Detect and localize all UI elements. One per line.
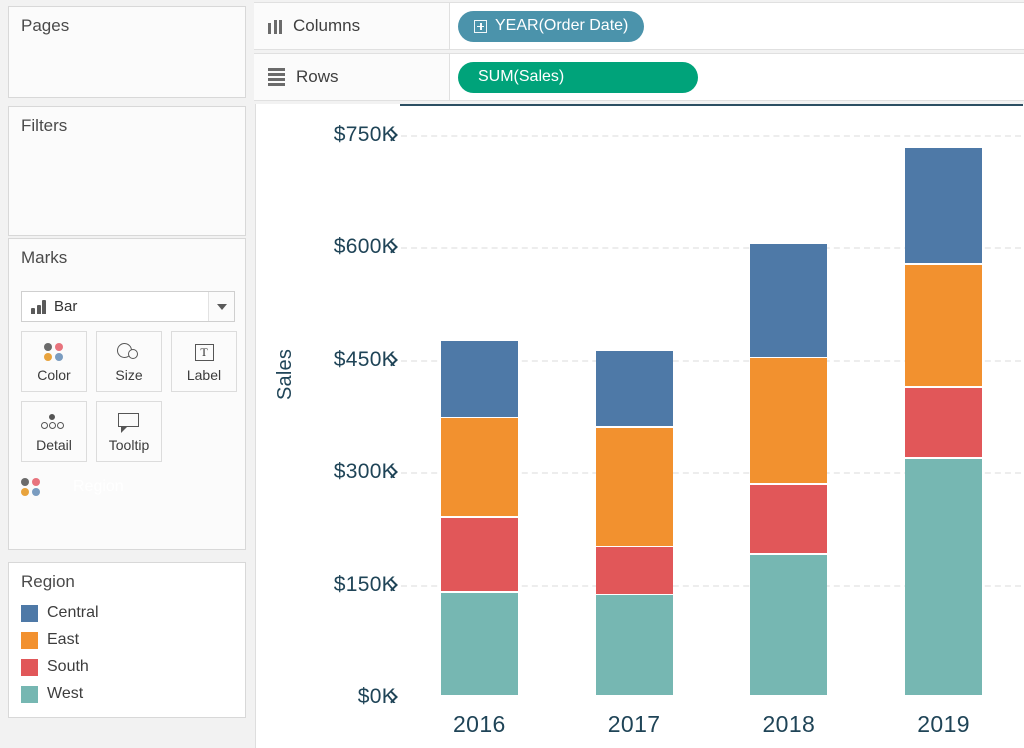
bar-segment-west[interactable] <box>905 458 982 696</box>
y-axis-tick-label: $450K <box>333 347 396 371</box>
bar-segment-south[interactable] <box>441 517 518 592</box>
bar-segment-east[interactable] <box>596 427 673 546</box>
color-dots-icon <box>21 476 41 498</box>
legend-label-west: West <box>47 685 84 703</box>
sum-sales-pill[interactable]: SUM(Sales) <box>458 61 698 93</box>
marks-encoding-buttons: Color Size T Label Detail Tooltip <box>21 331 237 462</box>
left-sidebar: Pages Filters Marks Bar Color Size T Lab… <box>0 0 254 748</box>
legend-label-central: Central <box>47 604 99 622</box>
legend-swatch-west <box>21 685 38 703</box>
rows-shelf-label-wrap: Rows <box>254 54 450 100</box>
bar-segment-east[interactable] <box>750 358 827 484</box>
label-button-label: Label <box>186 367 222 383</box>
detail-button-label: Detail <box>36 437 72 453</box>
marks-color-encoding-row: Region <box>21 471 229 502</box>
columns-shelf-dropzone[interactable]: YEAR(Order Date) <box>450 3 1024 49</box>
color-button[interactable]: Color <box>21 331 87 392</box>
chevron-down-icon <box>216 303 227 310</box>
bar-segment-south[interactable] <box>750 484 827 554</box>
y-axis-tick-label: $150K <box>333 572 396 596</box>
legend-label-east: East <box>47 631 80 649</box>
y-axis-tick-label: $750K <box>333 123 396 146</box>
text-label-icon: T <box>194 341 214 363</box>
year-order-date-pill-label: YEAR(Order Date) <box>495 17 629 34</box>
bar-segment-west[interactable] <box>750 554 827 696</box>
stacked-bar[interactable] <box>596 104 673 697</box>
rows-shelf-dropzone[interactable]: SUM(Sales) <box>450 54 1024 100</box>
legend-item-west[interactable]: West <box>21 681 245 708</box>
legend-items: Central East South West <box>9 598 245 708</box>
legend-item-east[interactable]: East <box>21 627 245 654</box>
rows-icon <box>268 68 285 86</box>
bar-segment-central[interactable] <box>905 147 982 264</box>
bar-segment-south[interactable] <box>596 547 673 594</box>
legend-swatch-south <box>21 658 38 676</box>
y-axis-tick-label: $300K <box>333 460 396 484</box>
color-dots-icon <box>44 341 64 363</box>
legend-swatch-central <box>21 604 38 622</box>
color-legend-card: Region Central East South West <box>8 562 246 718</box>
stacked-bar-chart[interactable]: Sales $0K $150K $300K $450K $600K $750K 2016 2… <box>256 104 1024 748</box>
label-button[interactable]: T Label <box>171 331 237 392</box>
bar-segment-east[interactable] <box>905 264 982 387</box>
size-button[interactable]: Size <box>96 331 162 392</box>
marks-card-title: Marks <box>21 248 68 267</box>
y-axis-tick-label: $0K <box>357 685 396 708</box>
columns-shelf-label: Columns <box>293 16 361 35</box>
x-axis-tick-label: 2016 <box>452 711 506 737</box>
columns-shelf-label-wrap: Columns <box>254 3 450 49</box>
mark-type-label: Bar <box>54 298 78 315</box>
rows-shelf[interactable]: Rows SUM(Sales) <box>254 53 1024 101</box>
marks-card: Marks Bar Color Size T Label Detail Tool… <box>8 238 246 550</box>
mark-type-dropdown-arrow[interactable] <box>208 292 234 321</box>
pages-card[interactable]: Pages <box>8 6 246 98</box>
tableau-worksheet: Pages Filters Marks Bar Color Size T Lab… <box>0 0 1024 748</box>
stacked-bar[interactable] <box>905 104 982 697</box>
stacked-bar[interactable] <box>750 104 827 697</box>
columns-icon <box>268 19 282 34</box>
bar-segment-east[interactable] <box>441 418 518 517</box>
pages-card-title: Pages <box>21 16 70 35</box>
tooltip-button[interactable]: Tooltip <box>96 401 162 462</box>
bar-segment-central[interactable] <box>596 350 673 427</box>
size-button-label: Size <box>115 367 143 383</box>
tooltip-bubble-icon <box>117 411 141 433</box>
mark-type-dropdown[interactable]: Bar <box>21 291 235 322</box>
bar-segment-central[interactable] <box>750 244 827 357</box>
y-axis-tick-labels: $0K $150K $300K $450K $600K $750K <box>266 104 396 748</box>
detail-button[interactable]: Detail <box>21 401 87 462</box>
size-circles-icon <box>117 341 141 363</box>
legend-swatch-east <box>21 631 38 649</box>
bar-segment-central[interactable] <box>441 341 518 417</box>
stacked-bar[interactable] <box>441 104 518 697</box>
legend-item-south[interactable]: South <box>21 654 245 681</box>
x-axis-tick-label: 2018 <box>762 711 816 737</box>
year-order-date-pill[interactable]: YEAR(Order Date) <box>458 10 645 42</box>
bar-segment-west[interactable] <box>596 595 673 696</box>
rows-shelf-label: Rows <box>296 67 339 86</box>
plus-box-icon[interactable] <box>474 19 487 33</box>
legend-title: Region <box>21 572 75 591</box>
legend-item-central[interactable]: Central <box>21 600 245 627</box>
filters-card-title: Filters <box>21 116 68 135</box>
shelf-area: Columns YEAR(Order Date) Rows SUM(Sales) <box>254 0 1024 103</box>
legend-label-south: South <box>47 658 89 676</box>
bar-segment-west[interactable] <box>441 592 518 696</box>
visualization-pane[interactable]: Sales $0K $150K $300K $450K $600K $750K 2016 2… <box>255 104 1024 748</box>
y-axis-tick-label: $600K <box>333 235 396 259</box>
detail-dots-icon <box>41 411 67 433</box>
bar-segment-south[interactable] <box>905 387 982 458</box>
gridline <box>401 697 1021 698</box>
columns-shelf[interactable]: Columns YEAR(Order Date) <box>254 2 1024 50</box>
filters-card[interactable]: Filters <box>8 106 246 236</box>
x-axis-tick-label: 2019 <box>917 711 971 737</box>
bar-chart-icon <box>31 299 46 314</box>
tooltip-button-label: Tooltip <box>108 437 150 453</box>
x-axis-tick-label: 2017 <box>607 711 661 737</box>
mark-type-value-wrap: Bar <box>22 298 208 315</box>
color-button-label: Color <box>37 367 71 383</box>
region-color-pill[interactable]: Region <box>49 471 229 502</box>
